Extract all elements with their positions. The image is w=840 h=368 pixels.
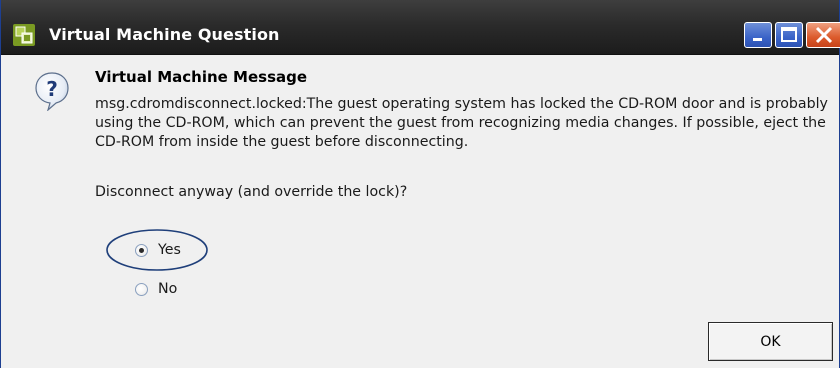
ok-button[interactable]: OK [708,322,833,361]
svg-text:?: ? [46,77,58,101]
question-prompt: Disconnect anyway (and override the lock… [95,184,408,200]
radio-option-no[interactable]: No [135,279,177,299]
title-bar[interactable]: Virtual Machine Question [1,0,840,55]
radio-option-yes[interactable]: Yes [135,240,181,260]
minimize-button[interactable] [744,22,772,48]
vmware-app-icon [13,24,35,46]
window-title: Virtual Machine Question [49,25,280,44]
radio-label-no[interactable]: No [158,281,177,297]
radio-label-yes[interactable]: Yes [158,242,181,258]
close-button[interactable] [806,22,840,48]
maximize-button[interactable] [775,22,803,48]
message-heading: Virtual Machine Message [95,68,308,86]
close-icon [815,26,833,44]
radio-button-yes[interactable] [135,243,148,257]
dialog-window: Virtual Machine Question ? Virtual Machi… [0,0,840,368]
minimize-icon [753,38,762,41]
radio-button-no[interactable] [135,282,148,296]
maximize-icon [781,27,797,42]
question-icon: ? [35,72,69,111]
message-body: msg.cdromdisconnect.locked:The guest ope… [95,96,828,150]
